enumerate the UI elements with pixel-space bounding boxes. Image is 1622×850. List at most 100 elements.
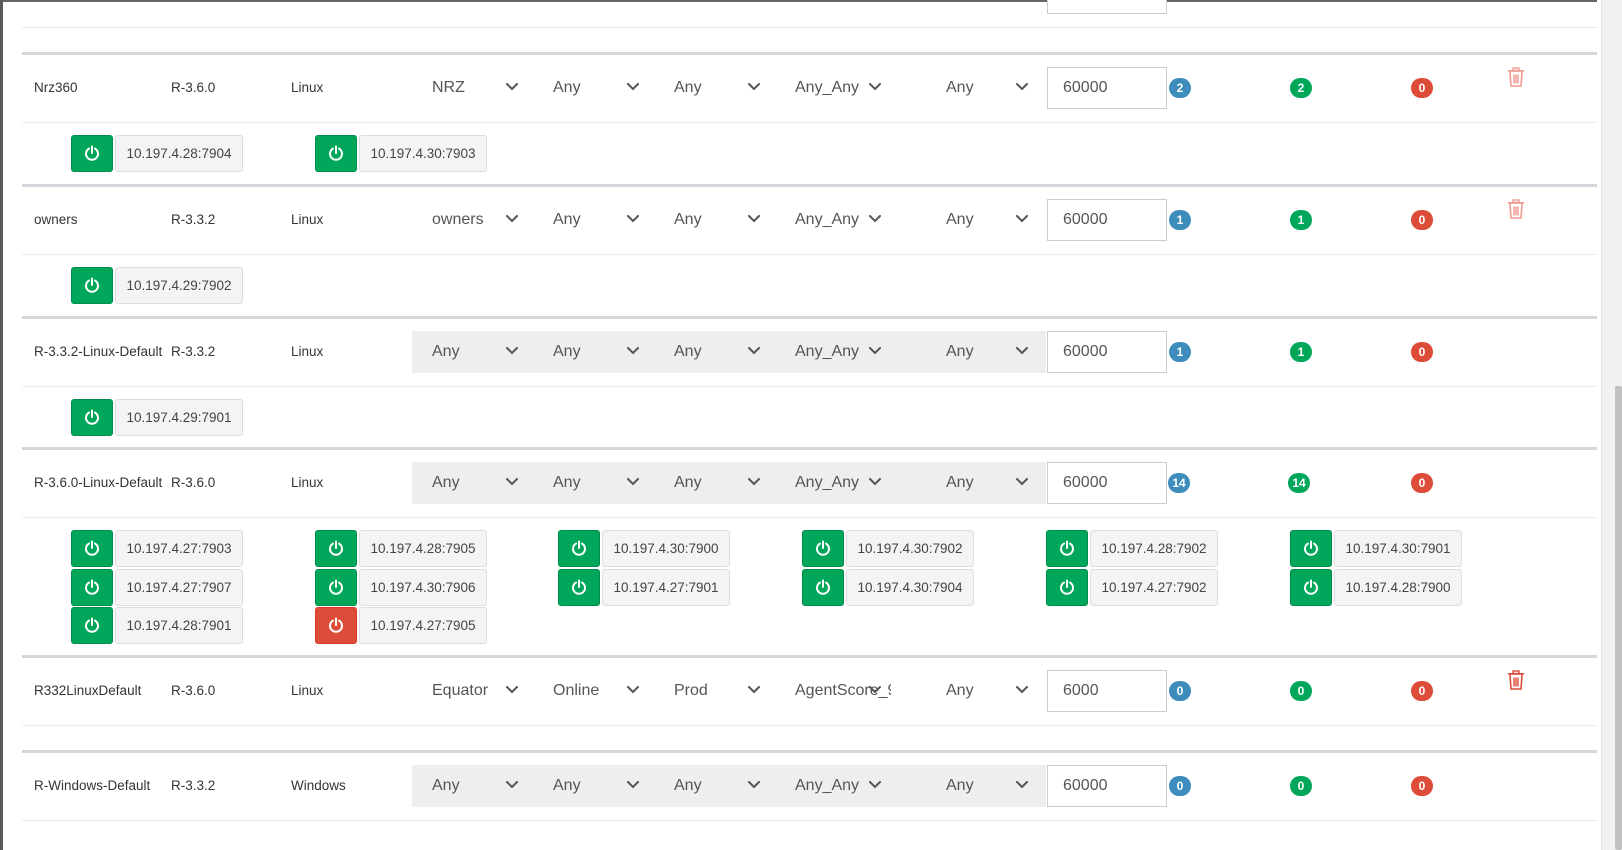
select-value: Any <box>946 474 974 491</box>
group-select[interactable]: NRZ <box>412 68 536 108</box>
total-agents-badge: 1 <box>1169 210 1191 230</box>
agent-item: 10.197.4.27:7901 <box>558 568 730 606</box>
select-value: Any_Any <box>795 474 860 491</box>
agent-power-button[interactable] <box>1046 568 1088 606</box>
model-select[interactable]: AgentScore_9 <box>775 671 899 711</box>
os-name: Linux <box>291 80 324 95</box>
agent-item: 10.197.4.27:7903 <box>71 530 243 567</box>
chevron-down-icon <box>1016 766 1032 806</box>
total-agents-badge: 2 <box>1169 78 1191 98</box>
select-value: Any <box>553 211 581 228</box>
agent-power-button[interactable] <box>315 607 357 644</box>
os-name: Windows <box>291 778 346 793</box>
agent-item: 10.197.4.27:7905 <box>315 607 487 644</box>
agent-address: 10.197.4.30:7902 <box>846 530 974 567</box>
top-border <box>0 0 1597 2</box>
region-select[interactable]: Any <box>926 671 1046 711</box>
agent-power-button[interactable] <box>558 568 600 606</box>
agent-address: 10.197.4.30:7903 <box>359 135 487 172</box>
select-value: Any <box>432 777 460 794</box>
env-select[interactable]: Online <box>533 671 657 711</box>
select-value: Any_Any <box>795 79 860 96</box>
chevron-down-icon <box>869 332 885 372</box>
pool-name: Nrz360 <box>34 80 78 95</box>
chevron-down-icon <box>627 200 643 240</box>
model-select[interactable]: Any_Any <box>775 68 899 108</box>
agent-power-button[interactable] <box>71 399 113 436</box>
agent-power-button[interactable] <box>315 530 357 567</box>
select-value: Prod <box>674 682 708 699</box>
active-agents-badge: 1 <box>1290 342 1312 362</box>
env-select[interactable]: Any <box>533 68 657 108</box>
env-select[interactable]: Any <box>533 200 657 240</box>
chevron-down-icon <box>1016 68 1032 108</box>
chevron-down-icon <box>506 463 522 503</box>
select-value: Online <box>553 682 600 699</box>
select-value: Any_Any <box>795 777 860 794</box>
agent-item: 10.197.4.28:7901 <box>71 607 243 644</box>
agent-power-button[interactable] <box>71 607 113 644</box>
region-select[interactable]: Any <box>926 200 1046 240</box>
region-select: Any <box>926 463 1046 503</box>
chevron-down-icon <box>1016 671 1032 711</box>
group-select[interactable]: owners <box>412 200 536 240</box>
chevron-down-icon <box>748 200 764 240</box>
group-select: Any <box>412 332 536 372</box>
agent-address: 10.197.4.27:7905 <box>359 607 487 644</box>
region-select[interactable]: Any <box>926 68 1046 108</box>
agent-item: 10.197.4.30:7903 <box>315 135 487 172</box>
stage-select: Any <box>654 332 778 372</box>
stage-select[interactable]: Any <box>654 200 778 240</box>
chevron-down-icon <box>506 332 522 372</box>
pool-table-panel <box>22 0 1597 850</box>
scrollbar-thumb[interactable] <box>1615 386 1622 850</box>
left-border <box>0 0 3 850</box>
model-select[interactable]: Any_Any <box>775 200 899 240</box>
env-select: Any <box>533 463 657 503</box>
timeout-input[interactable]: 6000 <box>1047 670 1167 712</box>
r-version: R-3.6.0 <box>171 683 216 698</box>
stage-select[interactable]: Any <box>654 68 778 108</box>
select-value: Equator <box>432 682 489 699</box>
chevron-down-icon <box>627 671 643 711</box>
agent-power-button[interactable] <box>1290 530 1332 567</box>
timeout-input[interactable]: 60000 <box>1047 765 1167 807</box>
group-select: Any <box>412 463 536 503</box>
stage-select[interactable]: Prod <box>654 671 778 711</box>
timeout-input[interactable]: 60000 <box>1047 331 1167 373</box>
agent-power-button[interactable] <box>315 135 357 172</box>
timeout-input[interactable] <box>1047 0 1167 14</box>
agent-power-button[interactable] <box>1290 568 1332 606</box>
select-value: NRZ <box>432 79 465 96</box>
agent-power-button[interactable] <box>802 530 844 567</box>
agent-power-button[interactable] <box>1046 530 1088 567</box>
agent-power-button[interactable] <box>71 267 113 304</box>
failed-agents-badge: 0 <box>1411 473 1433 493</box>
row-divider <box>22 386 1597 387</box>
delete-pool-button[interactable] <box>1507 199 1527 221</box>
select-value: Any <box>553 79 581 96</box>
timeout-input[interactable]: 60000 <box>1047 67 1167 109</box>
region-select: Any <box>926 766 1046 806</box>
agent-address: 10.197.4.28:7902 <box>1090 530 1218 567</box>
failed-agents-badge: 0 <box>1411 681 1433 701</box>
agent-power-button[interactable] <box>71 568 113 606</box>
agent-power-button[interactable] <box>71 135 113 172</box>
agent-power-button[interactable] <box>315 568 357 606</box>
group-select[interactable]: Equator <box>412 671 536 711</box>
chevron-down-icon <box>1016 463 1032 503</box>
agent-power-button[interactable] <box>71 530 113 567</box>
row-separator <box>22 447 1597 450</box>
select-value: Any <box>432 474 460 491</box>
select-value: Any_Any <box>795 343 860 360</box>
timeout-input[interactable]: 60000 <box>1047 199 1167 241</box>
os-name: Linux <box>291 475 324 490</box>
agent-power-button[interactable] <box>558 530 600 567</box>
failed-agents-badge: 0 <box>1411 342 1433 362</box>
agent-power-button[interactable] <box>802 568 844 606</box>
agent-item: 10.197.4.29:7902 <box>71 267 243 304</box>
delete-pool-button[interactable] <box>1507 67 1527 89</box>
timeout-input[interactable]: 60000 <box>1047 462 1167 504</box>
delete-pool-button[interactable] <box>1507 670 1527 692</box>
agent-address: 10.197.4.30:7906 <box>359 568 487 606</box>
